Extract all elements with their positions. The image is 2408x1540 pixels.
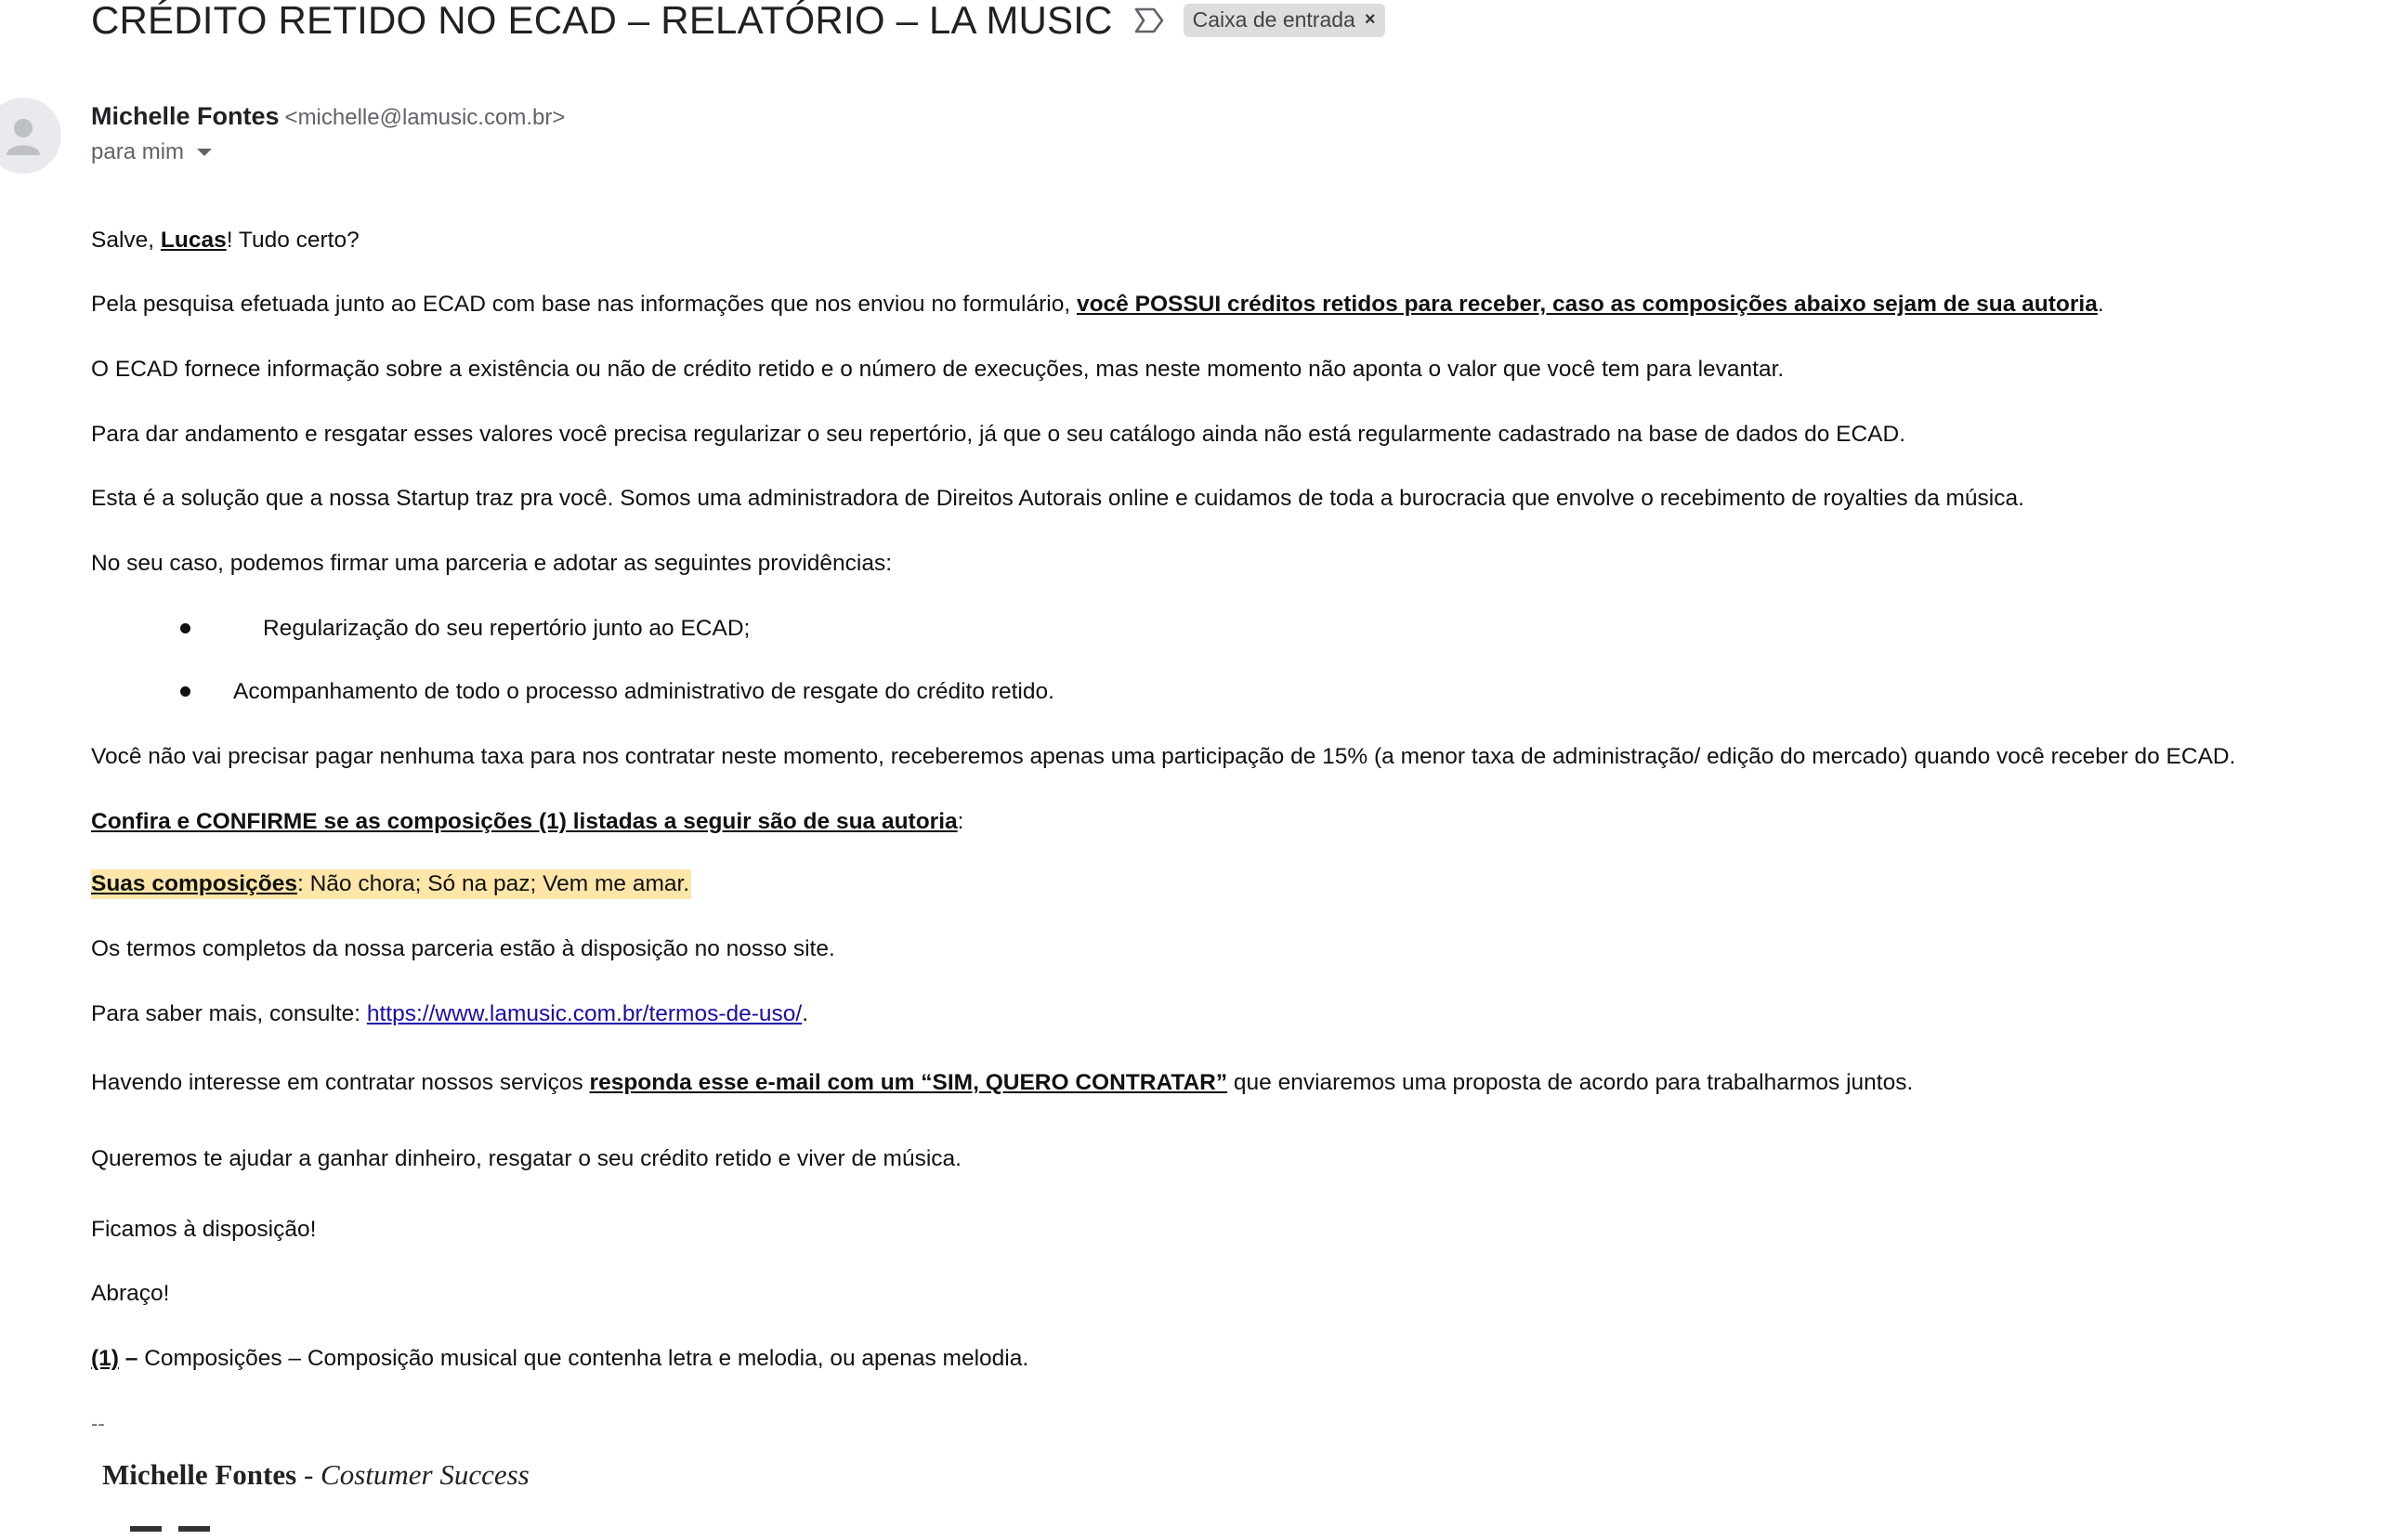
paragraph-credits-end: . bbox=[2097, 292, 2104, 317]
bullet-item-follow-up: Acompanhamento de todo o processo admini… bbox=[233, 679, 1054, 704]
interest-end: que enviaremos uma proposta de acordo pa… bbox=[1227, 1070, 1914, 1095]
paragraph-fees: Você não vai precisar pagar nenhuma taxa… bbox=[91, 744, 2236, 769]
bullet-dot bbox=[180, 623, 190, 633]
paragraph-help: Queremos te ajudar a ganhar dinheiro, re… bbox=[91, 1146, 962, 1171]
signature-name: Michelle Fontes bbox=[102, 1458, 297, 1491]
recipient-name: Lucas bbox=[160, 228, 227, 253]
confirm-instruction: Confira e CONFIRME se as composições (1)… bbox=[91, 809, 958, 834]
important-marker-icon[interactable] bbox=[1133, 7, 1165, 34]
inbox-label-text: Caixa de entrada bbox=[1192, 7, 1355, 32]
credits-highlight: você POSSUI créditos retidos para recebe… bbox=[1076, 292, 2098, 317]
footnote: (1) – Composições – Composição musical q… bbox=[91, 1346, 1028, 1372]
sender-email: <michelle@lamusic.com.br> bbox=[284, 105, 566, 130]
recipient-dropdown[interactable]: para mim bbox=[91, 139, 213, 165]
paragraph-credits: Pela pesquisa efetuada junto ao ECAD com… bbox=[91, 292, 2104, 318]
footnote-ref: (1) bbox=[91, 1346, 119, 1371]
paragraph-interest: Havendo interesse em contratar nossos se… bbox=[91, 1070, 1913, 1096]
default-person-icon bbox=[7, 119, 40, 155]
paragraph-available: Ficamos à disposição! bbox=[91, 1217, 317, 1242]
greeting-text: Salve, bbox=[91, 228, 161, 253]
sender-line: Michelle Fontes <michelle@lamusic.com.br> bbox=[91, 102, 565, 131]
more-info-end: . bbox=[802, 1001, 809, 1026]
subject-row: CRÉDITO RETIDO NO ECAD – RELATÓRIO – LA … bbox=[91, 0, 1385, 48]
signature-role: Costumer Success bbox=[321, 1458, 530, 1491]
recipient-label: para mim bbox=[91, 139, 185, 164]
more-info-text: Para saber mais, consulte: bbox=[91, 1001, 367, 1026]
inbox-label-chip: Caixa de entrada × bbox=[1183, 4, 1385, 37]
compositions-list: : Não chora; Só na paz; Vem me amar. bbox=[296, 871, 690, 896]
chevron-down-icon bbox=[197, 149, 213, 156]
paragraph-hug: Abraço! bbox=[91, 1281, 170, 1306]
sender-name: Michelle Fontes bbox=[91, 102, 280, 130]
terms-link[interactable]: https://www.lamusic.com.br/termos-de-uso… bbox=[367, 1001, 802, 1026]
email-subject: CRÉDITO RETIDO NO ECAD – RELATÓRIO – LA … bbox=[91, 0, 1113, 42]
reply-instruction: responda esse e-mail com um “SIM, QUERO … bbox=[589, 1070, 1228, 1095]
signature-separator-dash: - bbox=[296, 1458, 321, 1491]
signature: Michelle Fontes - Costumer Success bbox=[102, 1458, 530, 1492]
paragraph-more-info: Para saber mais, consulte: https://www.l… bbox=[91, 1001, 808, 1027]
greeting: Salve, Lucas! Tudo certo? bbox=[91, 228, 360, 254]
bullet-dot bbox=[180, 686, 190, 697]
interest-text: Havendo interesse em contratar nossos se… bbox=[91, 1070, 590, 1095]
sender-avatar bbox=[0, 98, 61, 174]
signature-separator: -- bbox=[91, 1412, 105, 1435]
paragraph-ecad-info: O ECAD fornece informação sobre a existê… bbox=[91, 357, 1785, 382]
compositions-label: Suas composições bbox=[91, 871, 297, 896]
bullet-item-regularization: Regularização do seu repertório junto ao… bbox=[263, 616, 751, 641]
footnote-text: Composições – Composição musical que con… bbox=[144, 1346, 1029, 1371]
footnote-dash: – bbox=[118, 1346, 145, 1371]
greeting-end: ! Tudo certo? bbox=[226, 228, 360, 253]
remove-label-icon[interactable]: × bbox=[1365, 9, 1376, 31]
paragraph-credits-text: Pela pesquisa efetuada junto ao ECAD com… bbox=[91, 292, 1077, 317]
signature-logo-icon bbox=[130, 1514, 214, 1540]
paragraph-terms: Os termos completos da nossa parceria es… bbox=[91, 936, 835, 961]
paragraph-startup: Esta é a solução que a nossa Startup tra… bbox=[91, 486, 2024, 511]
compositions-line: Suas composições: Não chora; Só na paz; … bbox=[91, 869, 692, 899]
confirm-end: : bbox=[957, 809, 964, 834]
paragraph-partnership: No seu caso, podemos firmar uma parceria… bbox=[91, 551, 893, 576]
paragraph-regularize: Para dar andamento e resgatar esses valo… bbox=[91, 422, 1906, 447]
paragraph-confirm: Confira e CONFIRME se as composições (1)… bbox=[91, 809, 963, 835]
